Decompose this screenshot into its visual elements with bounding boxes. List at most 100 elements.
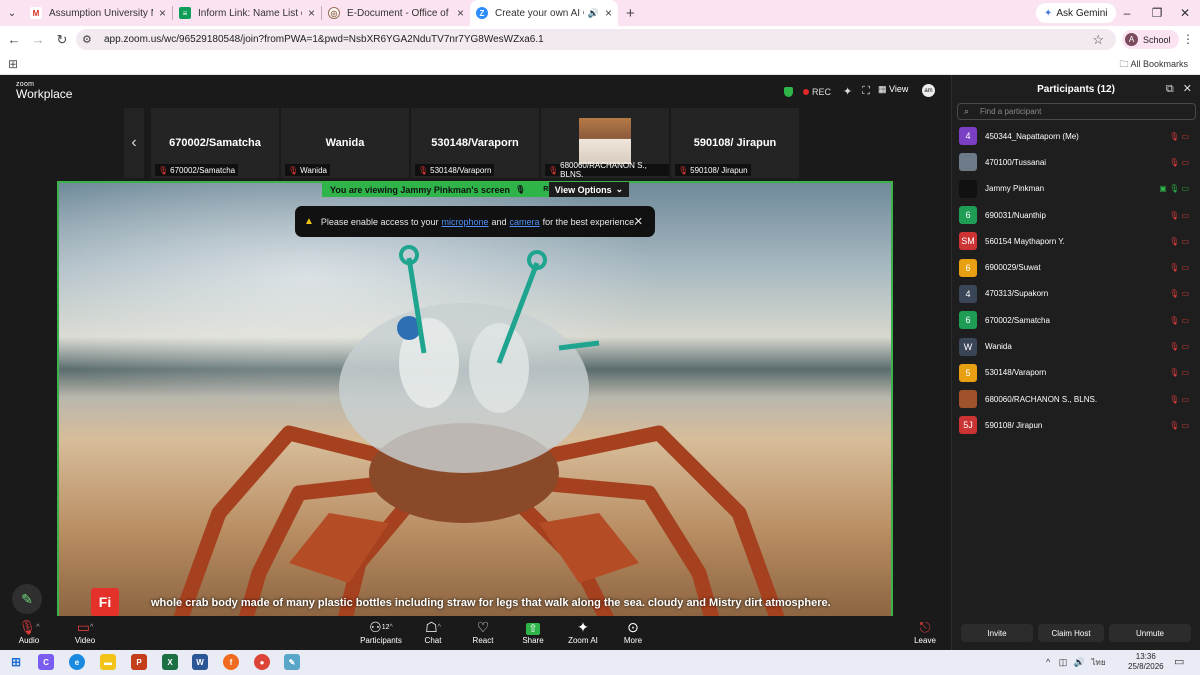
forward-icon[interactable]: → (26, 32, 50, 47)
gallery-prev-button[interactable]: ‹ (124, 108, 144, 178)
camera-link[interactable]: camera (510, 217, 540, 227)
site-info-icon[interactable]: ⚙ (82, 33, 98, 46)
video-tile[interactable]: 590108/ Jirapun 🎙 590108/ Jirapun (671, 108, 799, 178)
fullscreen-icon[interactable]: ⛶ (862, 85, 870, 98)
participant-row[interactable]: 4 450344_Napattaporn (Me) 🎙 ▭ (952, 123, 1200, 149)
encryption-shield-icon[interactable] (784, 86, 793, 97)
participant-name: Wanida (985, 342, 1012, 352)
tab-search-icon[interactable]: ⌄ (0, 8, 24, 19)
find-participant-input[interactable]: ⌕ Find a participant (957, 103, 1196, 120)
participant-row[interactable]: Jammy Pinkman ▣ 🎙 ▭ (952, 176, 1200, 202)
windows-start-icon[interactable]: ⊞ (8, 654, 24, 670)
speaker-icon[interactable]: 🔊 (588, 8, 599, 19)
video-tile[interactable]: Wanida 🎙 Wanida (281, 108, 409, 178)
notifications-icon[interactable]: ▭ (1174, 655, 1184, 668)
url-text: app.zoom.us/wc/96529180548/join?fromPWA=… (104, 34, 544, 45)
participant-row[interactable]: 680060/RACHANON S., BLNS. 🎙 ▭ (952, 386, 1200, 412)
more-button[interactable]: ⊙ More (604, 619, 662, 645)
ask-gemini-button[interactable]: ✦ Ask Gemini (1036, 3, 1116, 23)
muted-mic-icon: 🎙 (678, 165, 689, 175)
participant-row[interactable]: 6 670002/Samatcha 🎙 ▭ (952, 307, 1200, 333)
file-explorer-icon[interactable]: ▬ (100, 654, 116, 670)
browser-tab-active[interactable]: Z Create your own AI Chatbo 🔊 × (470, 0, 618, 26)
tab-title: Assumption University Mail (49, 7, 153, 19)
shared-screen[interactable] (57, 181, 893, 651)
edge-icon[interactable]: e (69, 654, 85, 670)
view-options-button[interactable]: View Options ⌄ (549, 182, 629, 197)
notes-app-icon[interactable]: ✎ (284, 654, 300, 670)
muted-mic-icon: 🎙 (288, 165, 299, 175)
tile-label: 🎙 590108/ Jirapun (675, 164, 751, 176)
close-tab-icon[interactable]: × (605, 6, 612, 20)
browser-tab[interactable]: M Assumption University Mail × (24, 0, 172, 26)
tile-name: Wanida (325, 137, 365, 149)
more-label: More (623, 636, 643, 645)
muted-mic-icon: 🎙 (158, 165, 169, 175)
participant-name: 530148/Varaporn (985, 368, 1047, 378)
browser-tab[interactable]: ◎ E-Document - Office of the Vic × (322, 0, 470, 26)
participant-row[interactable]: 470100/Tussanai 🎙 ▭ (952, 149, 1200, 175)
profile-button[interactable]: A School (1122, 30, 1179, 49)
participants-panel: Participants (12) ⧉ ✕ ⌕ Find a participa… (951, 75, 1200, 650)
close-toast-icon[interactable]: ✕ (634, 215, 643, 228)
leave-button[interactable]: ⎋ Leave (896, 619, 954, 645)
apps-grid-icon[interactable]: ⊞ (8, 57, 18, 71)
reload-icon[interactable]: ↻ (50, 32, 74, 48)
browser-menu-icon[interactable]: ⋮ (1182, 32, 1194, 46)
audio-button[interactable]: 🎙^ Audio (0, 619, 58, 645)
browser-tab-strip: ⌄ M Assumption University Mail × ≡ Infor… (0, 0, 1200, 26)
chrome-icon[interactable]: ● (254, 654, 270, 670)
popout-icon[interactable]: ⧉ (1166, 83, 1174, 95)
muted-status-icon: 🎙 ▭ (1169, 394, 1189, 404)
sheets-icon: ≡ (179, 7, 191, 19)
close-window-icon[interactable]: ✕ (1170, 0, 1200, 26)
bookmark-star-icon[interactable]: ☆ (1092, 32, 1104, 48)
invite-button[interactable]: Invite (961, 624, 1033, 642)
participant-row[interactable]: 5 530148/Varaporn 🎙 ▭ (952, 360, 1200, 386)
participant-row[interactable]: SM 560154 Maythaporn Y. 🎙 ▭ (952, 228, 1200, 254)
participant-row[interactable]: 5J 590108/ Jirapun 🎙 ▭ (952, 412, 1200, 438)
user-avatar[interactable]: am (922, 84, 935, 97)
participant-row[interactable]: W Wanida 🎙 ▭ (952, 333, 1200, 359)
participant-row[interactable]: 4 470313/Supakorn 🎙 ▭ (952, 281, 1200, 307)
close-tab-icon[interactable]: × (457, 6, 464, 20)
video-tile[interactable]: 670002/Samatcha 🎙 670002/Samatcha (151, 108, 279, 178)
firefox-icon[interactable]: f (223, 654, 239, 670)
windows-taskbar: ⊞ C e ▬ P X W f ● ✎ ^ ◫ 🔊 ไทย 13:36 25/8… (0, 650, 1200, 675)
clock[interactable]: 13:36 25/8/2026 (1128, 652, 1164, 672)
participant-row[interactable]: 6 690031/Nuanthip 🎙 ▭ (952, 202, 1200, 228)
tile-label: 🎙 680060/RACHANON S., BLNS. (545, 161, 669, 179)
tab-title: Create your own AI Chatbo (495, 7, 584, 19)
close-tab-icon[interactable]: × (308, 6, 315, 20)
new-tab-button[interactable]: + (626, 5, 635, 22)
word-icon[interactable]: W (192, 654, 208, 670)
participant-avatar: 4 (959, 284, 977, 303)
chevron-up-icon: ^ (1046, 657, 1051, 667)
excel-icon[interactable]: X (162, 654, 178, 670)
view-button[interactable]: ▦ View (878, 84, 908, 95)
participant-row[interactable]: 6 6900029/Suwat 🎙 ▭ (952, 254, 1200, 280)
microphone-link[interactable]: microphone (441, 217, 488, 227)
browser-tab[interactable]: ≡ Inform Link: Name List of Partic × (173, 0, 321, 26)
copilot-icon[interactable]: C (38, 654, 54, 670)
all-bookmarks[interactable]: 🗀 All Bookmarks (1119, 57, 1188, 73)
video-button[interactable]: ▭^ Video (56, 619, 114, 645)
invite-label: Invite (987, 628, 1007, 638)
back-icon[interactable]: ← (2, 32, 26, 47)
claim-host-button[interactable]: Claim Host (1038, 624, 1104, 642)
unmute-button[interactable]: Unmute (1109, 624, 1191, 642)
ai-companion-icon[interactable]: ✦ (843, 85, 852, 98)
close-tab-icon[interactable]: × (159, 6, 166, 20)
restore-icon[interactable]: ❐ (1142, 0, 1172, 26)
video-tile[interactable]: 🎙 680060/RACHANON S., BLNS. (541, 108, 669, 179)
url-bar[interactable]: ⚙ app.zoom.us/wc/96529180548/join?fromPW… (76, 29, 1116, 50)
participants-button[interactable]: ⚇12^ Participants (352, 619, 410, 645)
system-tray[interactable]: ^ ◫ 🔊 ไทย (1046, 656, 1106, 669)
powerpoint-icon[interactable]: P (131, 654, 147, 670)
close-panel-icon[interactable]: ✕ (1183, 83, 1192, 95)
video-tile[interactable]: 530148/Varaporn 🎙 530148/Varaporn (411, 108, 539, 178)
meeting-toolbar: 🎙^ Audio ▭^ Video ⚇12^ Participants ☖^ C… (0, 616, 950, 650)
annotate-pencil-icon[interactable]: ✎ (12, 584, 42, 614)
crab-illustration (171, 245, 787, 649)
minimize-icon[interactable]: – (1112, 0, 1142, 26)
